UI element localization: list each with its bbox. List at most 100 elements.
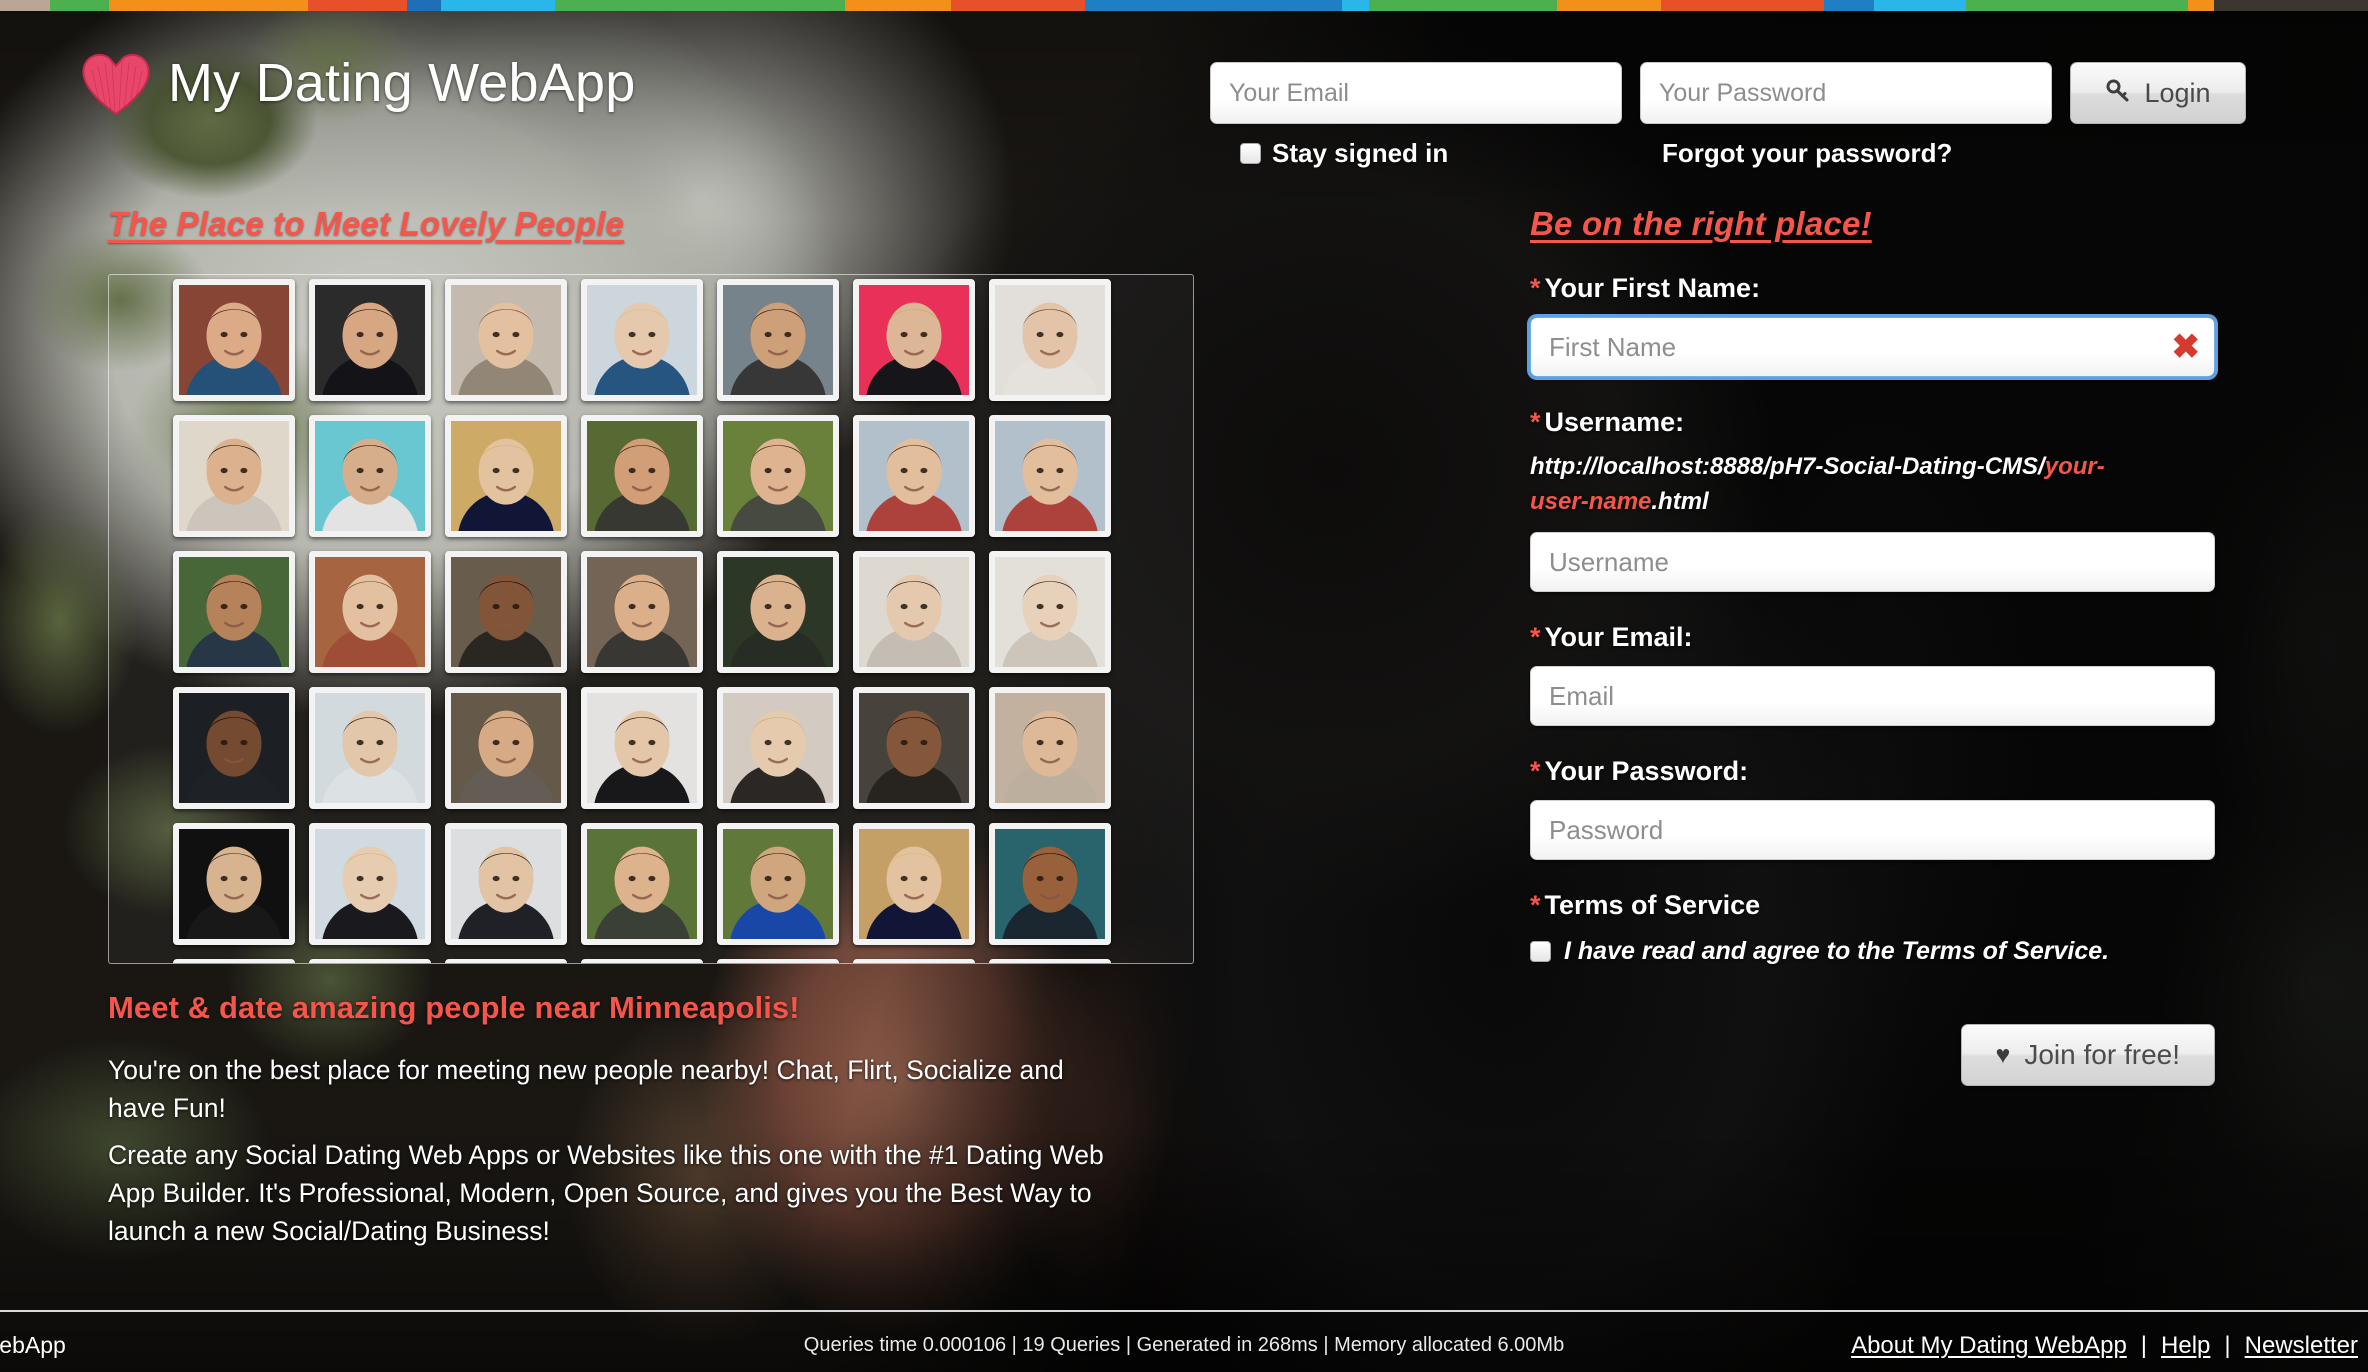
field-first-name: *Your First Name: ✖ xyxy=(1530,273,2220,377)
member-thumbnail[interactable] xyxy=(173,687,295,809)
member-thumbnail[interactable] xyxy=(717,415,839,537)
member-thumbnail[interactable] xyxy=(309,959,431,963)
color-bar-segment xyxy=(1873,0,1966,11)
site-header: My Dating WebApp Login xyxy=(0,0,2368,190)
required-star: * xyxy=(1530,273,1541,303)
member-thumbnail[interactable] xyxy=(717,687,839,809)
stay-signed-in-label: Stay signed in xyxy=(1272,137,1449,168)
password-input-wrap xyxy=(1530,800,2220,860)
terms-checkbox-row[interactable]: I have read and agree to the Terms of Se… xyxy=(1530,937,2220,966)
member-thumbnail[interactable] xyxy=(445,823,567,945)
member-thumbnail[interactable] xyxy=(853,551,975,673)
footer-link[interactable]: About My Dating WebApp xyxy=(1851,1332,2127,1360)
first-name-input[interactable] xyxy=(1530,317,2215,377)
color-bar-segment xyxy=(406,0,442,11)
member-thumbnail[interactable] xyxy=(853,279,975,401)
color-bar-segment xyxy=(1085,0,1343,11)
member-thumbnail[interactable] xyxy=(173,959,295,963)
footer-links: About My Dating WebApp | Help | Newsletter xyxy=(1851,1332,2358,1360)
member-thumbnail[interactable] xyxy=(853,415,975,537)
member-thumbnail[interactable] xyxy=(309,279,431,401)
member-thumbnail[interactable] xyxy=(581,823,703,945)
terms-checkbox[interactable] xyxy=(1530,941,1551,962)
required-star: * xyxy=(1530,890,1541,920)
email-label-text: Your Email: xyxy=(1544,622,1693,652)
color-bar-segment xyxy=(109,0,308,11)
member-thumbnail[interactable] xyxy=(717,959,839,963)
color-bar-segment xyxy=(2187,0,2215,11)
member-thumbnail[interactable] xyxy=(309,823,431,945)
top-color-bar xyxy=(0,0,2368,11)
left-heading[interactable]: The Place to Meet Lovely People xyxy=(108,205,624,243)
password-label: * Your Password: xyxy=(1530,756,2220,787)
members-gallery-scroll[interactable] xyxy=(173,279,1183,963)
field-username: * Username: http://localhost:8888/pH7-Soc… xyxy=(1530,407,2220,592)
member-thumbnail[interactable] xyxy=(581,415,703,537)
member-thumbnail[interactable] xyxy=(173,551,295,673)
required-star: * xyxy=(1530,622,1541,652)
email-input[interactable] xyxy=(1530,666,2215,726)
login-button[interactable]: Login xyxy=(2070,62,2246,124)
member-thumbnail[interactable] xyxy=(309,551,431,673)
member-thumbnail[interactable] xyxy=(717,823,839,945)
member-thumbnail[interactable] xyxy=(309,687,431,809)
password-input[interactable] xyxy=(1530,800,2215,860)
member-thumbnail[interactable] xyxy=(853,687,975,809)
member-thumbnail[interactable] xyxy=(989,551,1111,673)
member-thumbnail[interactable] xyxy=(173,279,295,401)
member-thumbnail[interactable] xyxy=(989,279,1111,401)
username-input[interactable] xyxy=(1530,532,2215,592)
left-column: The Place to Meet Lovely People Meet & d… xyxy=(108,205,1218,1250)
member-thumbnail[interactable] xyxy=(445,687,567,809)
required-star: * xyxy=(1530,756,1541,786)
member-thumbnail[interactable] xyxy=(853,823,975,945)
key-icon xyxy=(2105,77,2131,110)
username-url-prefix: http://localhost:8888/pH7-Social-Dating-… xyxy=(1530,453,2045,480)
login-password-input[interactable] xyxy=(1640,62,2052,124)
first-name-input-wrap: ✖ xyxy=(1530,317,2220,377)
member-thumbnail[interactable] xyxy=(989,415,1111,537)
username-label: * Username: xyxy=(1530,407,2220,438)
stay-signed-in-checkbox[interactable] xyxy=(1240,142,1261,164)
forgot-password-link[interactable]: Forgot your password? xyxy=(1662,138,1952,169)
member-thumbnail[interactable] xyxy=(581,959,703,963)
member-thumbnail[interactable] xyxy=(717,279,839,401)
member-thumbnail[interactable] xyxy=(173,415,295,537)
username-url-suffix: .html xyxy=(1651,488,1709,515)
member-thumbnail[interactable] xyxy=(581,551,703,673)
member-thumbnail[interactable] xyxy=(309,415,431,537)
registration-heading[interactable]: Be on the right place! xyxy=(1530,205,1872,243)
password-label-text: Your Password: xyxy=(1544,756,1749,786)
member-thumbnail[interactable] xyxy=(989,959,1111,963)
member-thumbnail[interactable] xyxy=(989,687,1111,809)
site-logo[interactable]: My Dating WebApp xyxy=(78,48,635,118)
intro-paragraph-1: You're on the best place for meeting new… xyxy=(108,1055,1064,1123)
username-input-wrap xyxy=(1530,532,2220,592)
member-thumbnail[interactable] xyxy=(445,279,567,401)
color-bar-segment xyxy=(1369,0,1558,11)
color-bar-segment xyxy=(1660,0,1824,11)
member-thumbnail[interactable] xyxy=(581,279,703,401)
member-thumbnail[interactable] xyxy=(445,959,567,963)
color-bar-segment xyxy=(0,0,50,11)
footer-link[interactable]: Newsletter xyxy=(2245,1332,2358,1360)
member-thumbnail[interactable] xyxy=(853,959,975,963)
color-bar-segment xyxy=(441,0,555,11)
footer-link[interactable]: Help xyxy=(2161,1332,2210,1360)
member-thumbnail[interactable] xyxy=(581,687,703,809)
member-thumbnail[interactable] xyxy=(173,823,295,945)
member-thumbnail[interactable] xyxy=(445,551,567,673)
member-thumbnail[interactable] xyxy=(717,551,839,673)
registration-form: Be on the right place! * Your First Name:… xyxy=(1530,205,2220,1086)
email-label: * Your Email: xyxy=(1530,622,2220,653)
terms-label-text: Terms of Service xyxy=(1544,890,1761,920)
stay-signed-in-group[interactable]: Stay signed in xyxy=(1240,138,1448,169)
login-email-input[interactable] xyxy=(1210,62,1622,124)
color-bar-segment xyxy=(1557,0,1661,11)
first-name-label-text: Your First Name: xyxy=(1544,273,1761,303)
color-bar-segment xyxy=(1965,0,2188,11)
member-thumbnail[interactable] xyxy=(445,415,567,537)
join-for-free-button[interactable]: ♥ Join for free! xyxy=(1960,1024,2215,1086)
member-thumbnail[interactable] xyxy=(989,823,1111,945)
terms-checkbox-label: I have read and agree to the Terms of Se… xyxy=(1564,937,2110,965)
